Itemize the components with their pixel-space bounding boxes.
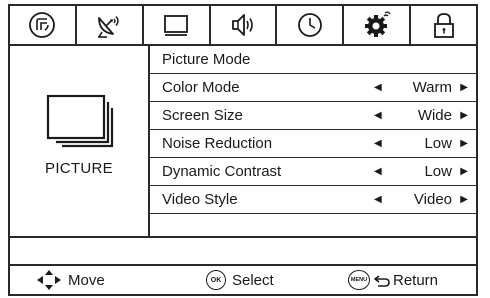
tab-lock[interactable] (411, 6, 476, 44)
setting-row-noise-reduction[interactable]: Noise Reduction ◀ Low ▶ (150, 130, 476, 158)
help-select: OK Select (206, 266, 274, 294)
setting-label: Noise Reduction (162, 135, 273, 152)
picture-signal-icon (29, 12, 56, 38)
help-return: MENU Return (348, 266, 438, 294)
setting-row-picture-mode[interactable]: Picture Mode (150, 46, 476, 74)
left-arrow-icon[interactable]: ◀ (374, 194, 382, 205)
setting-row-dynamic-contrast[interactable]: Dynamic Contrast ◀ Low ▶ (150, 158, 476, 186)
left-arrow-icon[interactable]: ◀ (374, 138, 382, 149)
setting-value: Warm (412, 79, 452, 96)
info-bar (10, 236, 476, 266)
left-arrow-icon[interactable]: ◀ (374, 110, 382, 121)
tab-sound[interactable] (211, 6, 278, 44)
tab-time[interactable] (277, 6, 345, 44)
help-move: Move (36, 266, 105, 294)
setting-row-video-style[interactable]: Video Style ◀ Video ▶ (150, 186, 476, 214)
category-panel: PICTURE (10, 46, 150, 236)
help-return-label: Return (393, 271, 439, 289)
setting-value: Low (424, 135, 452, 152)
left-arrow-icon[interactable]: ◀ (374, 82, 382, 93)
category-label: PICTURE (45, 160, 113, 177)
setting-label: Color Mode (162, 79, 240, 96)
satellite-dish-icon (98, 16, 119, 38)
right-arrow-icon[interactable]: ▶ (460, 166, 468, 177)
ok-button-icon: OK (206, 270, 226, 290)
tab-setup[interactable] (344, 6, 412, 44)
clock-icon (297, 13, 322, 37)
help-footer: Move OK Select MENU Return (10, 266, 476, 294)
setting-row-color-mode[interactable]: Color Mode ◀ Warm ▶ (150, 74, 476, 102)
return-arrow-icon (374, 275, 390, 287)
setting-label: Screen Size (162, 107, 243, 124)
setting-label: Picture Mode (162, 51, 251, 68)
left-arrow-icon[interactable]: ◀ (374, 166, 382, 177)
tv-menu: PICTURE Picture Mode Color Mode ◀ Warm ▶… (8, 4, 478, 296)
setting-label: Dynamic Contrast (162, 163, 282, 180)
setting-value: Video (413, 191, 452, 208)
right-arrow-icon[interactable]: ▶ (460, 82, 468, 93)
menu-button-icon: MENU (348, 270, 370, 290)
right-arrow-icon[interactable]: ▶ (460, 138, 468, 149)
setting-value: Low (424, 163, 452, 180)
tab-picture[interactable] (144, 6, 211, 44)
lock-icon (433, 13, 454, 38)
help-move-label: Move (68, 271, 105, 289)
setting-value: Wide (417, 107, 452, 124)
right-arrow-icon[interactable]: ▶ (460, 110, 468, 121)
picture-icon (164, 15, 189, 36)
tab-channel[interactable] (77, 6, 144, 44)
picture-icon (46, 94, 114, 148)
tab-source[interactable] (10, 6, 77, 44)
right-arrow-icon[interactable]: ▶ (460, 194, 468, 205)
dpad-arrows-icon (37, 270, 61, 290)
setting-label: Video Style (162, 191, 238, 208)
help-select-label: Select (232, 271, 274, 289)
speaker-icon (232, 14, 253, 36)
setting-row-screen-size[interactable]: Screen Size ◀ Wide ▶ (150, 102, 476, 130)
menu-body: PICTURE Picture Mode Color Mode ◀ Warm ▶… (10, 46, 476, 236)
menu-tabs (10, 6, 476, 46)
settings-list: Picture Mode Color Mode ◀ Warm ▶ Screen … (150, 46, 476, 236)
gear-icon (364, 11, 391, 37)
